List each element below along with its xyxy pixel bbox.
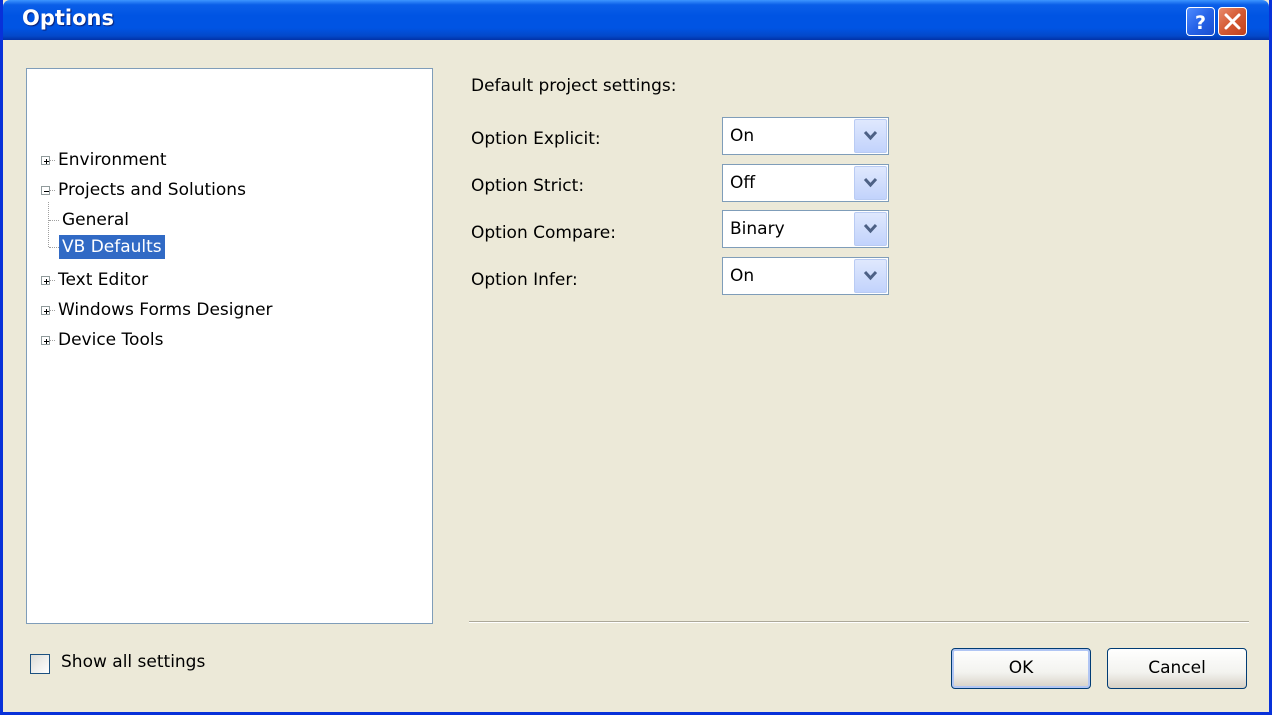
- show-all-settings-label[interactable]: Show all settings: [61, 652, 205, 672]
- options-dialog: Options ? Environment Projects and Solut…: [0, 0, 1272, 715]
- option-explicit-select[interactable]: On: [722, 117, 889, 155]
- close-icon: [1224, 13, 1241, 30]
- ok-button[interactable]: OK: [951, 648, 1091, 689]
- chevron-down-icon: [863, 270, 878, 281]
- select-value: Off: [730, 173, 756, 193]
- separator: [469, 621, 1249, 623]
- select-value: Binary: [730, 219, 785, 239]
- select-value: On: [730, 126, 755, 146]
- option-explicit-label: Option Explicit:: [471, 129, 601, 149]
- expand-plus-icon[interactable]: [41, 336, 50, 345]
- window-title: Options: [22, 6, 114, 30]
- tree-item-label: VB Defaults: [59, 235, 165, 259]
- help-icon: ?: [1195, 12, 1206, 34]
- option-strict-label: Option Strict:: [471, 176, 585, 196]
- tree-item-label: Text Editor: [58, 270, 149, 290]
- dropdown-button[interactable]: [854, 212, 887, 246]
- select-value: On: [730, 266, 755, 286]
- chevron-down-icon: [863, 177, 878, 188]
- help-button[interactable]: ?: [1186, 7, 1215, 36]
- close-button[interactable]: [1218, 7, 1247, 36]
- tree-item-label: Device Tools: [58, 330, 164, 350]
- show-all-settings-checkbox[interactable]: [30, 654, 50, 674]
- tree-item-windows-forms-designer[interactable]: Windows Forms Designer: [55, 298, 276, 322]
- collapse-minus-icon[interactable]: [41, 186, 50, 195]
- dropdown-button[interactable]: [854, 259, 887, 293]
- option-compare-label: Option Compare:: [471, 223, 616, 243]
- dropdown-button[interactable]: [854, 119, 887, 153]
- settings-heading: Default project settings:: [471, 76, 677, 96]
- tree-item-device-tools[interactable]: Device Tools: [55, 328, 166, 352]
- tree-connector: [49, 247, 59, 248]
- tree-item-label: General: [62, 210, 129, 230]
- tree-item-label: Environment: [58, 150, 167, 170]
- expand-plus-icon[interactable]: [41, 276, 50, 285]
- option-compare-select[interactable]: Binary: [722, 210, 889, 248]
- chevron-down-icon: [863, 223, 878, 234]
- option-infer-select[interactable]: On: [722, 257, 889, 295]
- expand-plus-icon[interactable]: [41, 306, 50, 315]
- tree-item-text-editor[interactable]: Text Editor: [55, 268, 151, 292]
- tree-item-general[interactable]: General: [59, 208, 132, 232]
- tree-connector: [48, 202, 49, 247]
- tree-item-vb-defaults[interactable]: VB Defaults: [59, 235, 165, 259]
- option-infer-label: Option Infer:: [471, 270, 578, 290]
- svg-text:?: ?: [1195, 12, 1206, 34]
- tree-item-environment[interactable]: Environment: [55, 148, 170, 172]
- tree-connector: [49, 220, 59, 221]
- expand-plus-icon[interactable]: [41, 156, 50, 165]
- options-tree[interactable]: Environment Projects and Solutions Gener…: [26, 68, 433, 624]
- tree-item-projects-and-solutions[interactable]: Projects and Solutions: [55, 178, 249, 202]
- option-strict-select[interactable]: Off: [722, 164, 889, 202]
- tree-item-label: Windows Forms Designer: [58, 300, 273, 320]
- title-bar[interactable]: Options ?: [3, 0, 1269, 40]
- tree-item-label: Projects and Solutions: [58, 180, 246, 200]
- dropdown-button[interactable]: [854, 166, 887, 200]
- cancel-button[interactable]: Cancel: [1107, 648, 1247, 689]
- chevron-down-icon: [863, 130, 878, 141]
